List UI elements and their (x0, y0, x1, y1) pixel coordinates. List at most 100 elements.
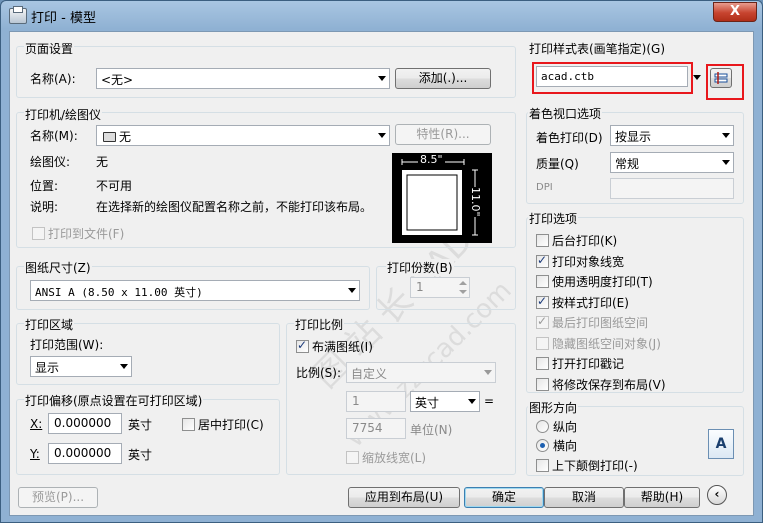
scale-label: 比例(S): (296, 366, 342, 380)
printer-name-label: 名称(M): (30, 129, 78, 143)
preview-height-label: 11.0" (469, 187, 482, 217)
printer-label: 打印机/绘图仪 (24, 106, 103, 123)
plot-range-combo[interactable]: 显示 (30, 356, 132, 377)
scale-unit-combo[interactable]: 英寸 (410, 391, 480, 412)
offset-y-unit: 英寸 (128, 448, 153, 462)
scale-combo[interactable]: 自定义 (346, 362, 496, 383)
paper-size-combo[interactable]: ANSI A (8.50 x 11.00 英寸) (30, 280, 360, 301)
plot-range-value: 显示 (35, 361, 60, 375)
scale-value2-input[interactable]: 7754 (346, 418, 406, 439)
chevron-down-icon (468, 399, 476, 404)
printer-icon (9, 6, 27, 24)
plot-option-checkbox[interactable]: 隐藏图纸空间对象(J) (536, 335, 661, 352)
center-plot-checkbox[interactable]: 居中打印(C) (182, 416, 264, 433)
plot-option-checkbox[interactable]: 最后打印图纸空间 (536, 314, 648, 331)
plot-option-label: 后台打印(K) (552, 234, 618, 248)
plot-option-checkbox[interactable]: 使用透明度打印(T) (536, 273, 653, 290)
chevron-down-icon (722, 160, 730, 165)
chevron-down-icon (722, 133, 730, 138)
chevron-down-icon (484, 370, 492, 375)
plot-offset-label: 打印偏移(原点设置在可打印区域) (24, 392, 204, 409)
plot-options-label: 打印选项 (528, 210, 579, 227)
dpi-input[interactable] (610, 178, 734, 199)
print-dialog-window: 打印 - 模型 X 图 站 长 CAD www.zzzcad.com 页面设置 … (0, 0, 763, 523)
shaded-viewport-label: 着色视口选项 (528, 105, 603, 122)
page-setup-name-value: <无> (101, 73, 134, 87)
chevron-down-icon (378, 76, 386, 81)
copies-label: 打印份数(B) (386, 259, 454, 276)
printer-properties-button[interactable]: 特性(R)... (395, 124, 491, 145)
print-to-file-label: 打印到文件(F) (48, 227, 125, 241)
scale-lineweights-checkbox[interactable]: 缩放线宽(L) (346, 449, 426, 466)
offset-x-label: X: (30, 417, 43, 431)
quality-label: 质量(Q) (536, 157, 579, 171)
center-plot-label: 居中打印(C) (198, 418, 264, 432)
fit-to-paper-label: 布满图纸(I) (312, 340, 373, 354)
plotter-value: 无 (96, 155, 109, 169)
quality-combo[interactable]: 常规 (610, 152, 734, 173)
plot-option-checkbox[interactable]: 将修改保存到布局(V) (536, 376, 666, 393)
portrait-label: 纵向 (553, 420, 578, 434)
checkbox-box (536, 234, 549, 247)
orientation-page-icon: A (708, 429, 734, 459)
radio-dot (536, 420, 549, 433)
title-bar[interactable]: 打印 - 模型 X (1, 1, 762, 31)
help-button[interactable]: 帮助(H) (624, 487, 700, 508)
page-setup-name-combo[interactable]: <无> (96, 68, 390, 89)
scale-value1-input[interactable]: 1 (346, 391, 406, 412)
plot-option-checkbox[interactable]: 按样式打印(E) (536, 294, 629, 311)
plot-option-checkbox[interactable]: 后台打印(K) (536, 232, 617, 249)
plot-option-label: 打开打印戳记 (552, 357, 625, 371)
page-setup-label: 页面设置 (24, 40, 75, 57)
printer-name-value: 无 (103, 128, 131, 145)
scale-lineweights-label: 缩放线宽(L) (362, 451, 427, 465)
apply-to-layout-button[interactable]: 应用到布局(U) (348, 487, 460, 508)
plot-option-label: 隐藏图纸空间对象(J) (552, 336, 661, 351)
print-to-file-checkbox[interactable]: 打印到文件(F) (32, 225, 124, 242)
plot-option-checkbox[interactable]: 打印对象线宽 (536, 253, 624, 270)
plot-style-table-label: 打印样式表(画笔指定)(G) (528, 40, 667, 57)
ok-button[interactable]: 确定 (464, 487, 544, 508)
window-title: 打印 - 模型 (31, 11, 96, 26)
small-printer-icon (103, 132, 116, 142)
fit-to-paper-checkbox[interactable]: 布满图纸(I) (296, 338, 373, 355)
plot-option-checkbox[interactable]: 打开打印戳记 (536, 355, 624, 372)
printer-name-text: 无 (119, 130, 132, 144)
plot-option-label: 打印对象线宽 (552, 254, 625, 269)
preview-button[interactable]: 预览(P)... (18, 487, 98, 508)
plot-area-label: 打印区域 (24, 316, 75, 333)
printer-name-combo[interactable]: 无 (96, 125, 390, 146)
plot-option-label: 按样式打印(E) (552, 295, 629, 310)
scale-equals: = (484, 394, 495, 408)
checkbox-box (346, 451, 359, 464)
add-page-setup-button[interactable]: 添加(.)... (395, 68, 491, 89)
chevron-down-icon (120, 364, 128, 369)
location-label: 位置: (30, 179, 59, 193)
paper-size-value: ANSI A (8.50 x 11.00 英寸) (35, 286, 203, 299)
plot-option-label: 将修改保存到布局(V) (552, 377, 666, 392)
checkbox-box (182, 418, 195, 431)
collapse-options-icon[interactable]: ‹ (707, 485, 727, 505)
checkbox-box (536, 377, 549, 391)
landscape-radio[interactable]: 横向 (536, 437, 577, 454)
copies-spinner[interactable] (457, 278, 469, 297)
offset-y-label: Y: (30, 447, 40, 461)
cancel-button[interactable]: 取消 (544, 487, 624, 508)
shade-plot-label: 着色打印(D) (536, 131, 603, 145)
checkbox-box (536, 357, 549, 370)
checkbox-box (536, 253, 549, 268)
description-label: 说明: (30, 200, 59, 214)
checkbox-box (536, 294, 549, 309)
portrait-radio[interactable]: 纵向 (536, 418, 577, 435)
shade-plot-combo[interactable]: 按显示 (610, 125, 734, 146)
plot-range-label: 打印范围(W): (30, 338, 104, 352)
offset-y-input[interactable]: 0.000000 (48, 443, 122, 464)
upside-down-checkbox[interactable]: 上下颠倒打印(-) (536, 457, 638, 474)
offset-x-input[interactable]: 0.000000 (48, 413, 122, 434)
close-button[interactable]: X (713, 2, 757, 22)
orientation-label: 图形方向 (528, 399, 579, 416)
spin-up-icon (459, 281, 467, 285)
chevron-down-icon[interactable] (693, 75, 701, 80)
dialog-client-area: 图 站 长 CAD www.zzzcad.com 页面设置 名称(A): <无>… (9, 31, 754, 516)
chevron-down-icon (378, 133, 386, 138)
